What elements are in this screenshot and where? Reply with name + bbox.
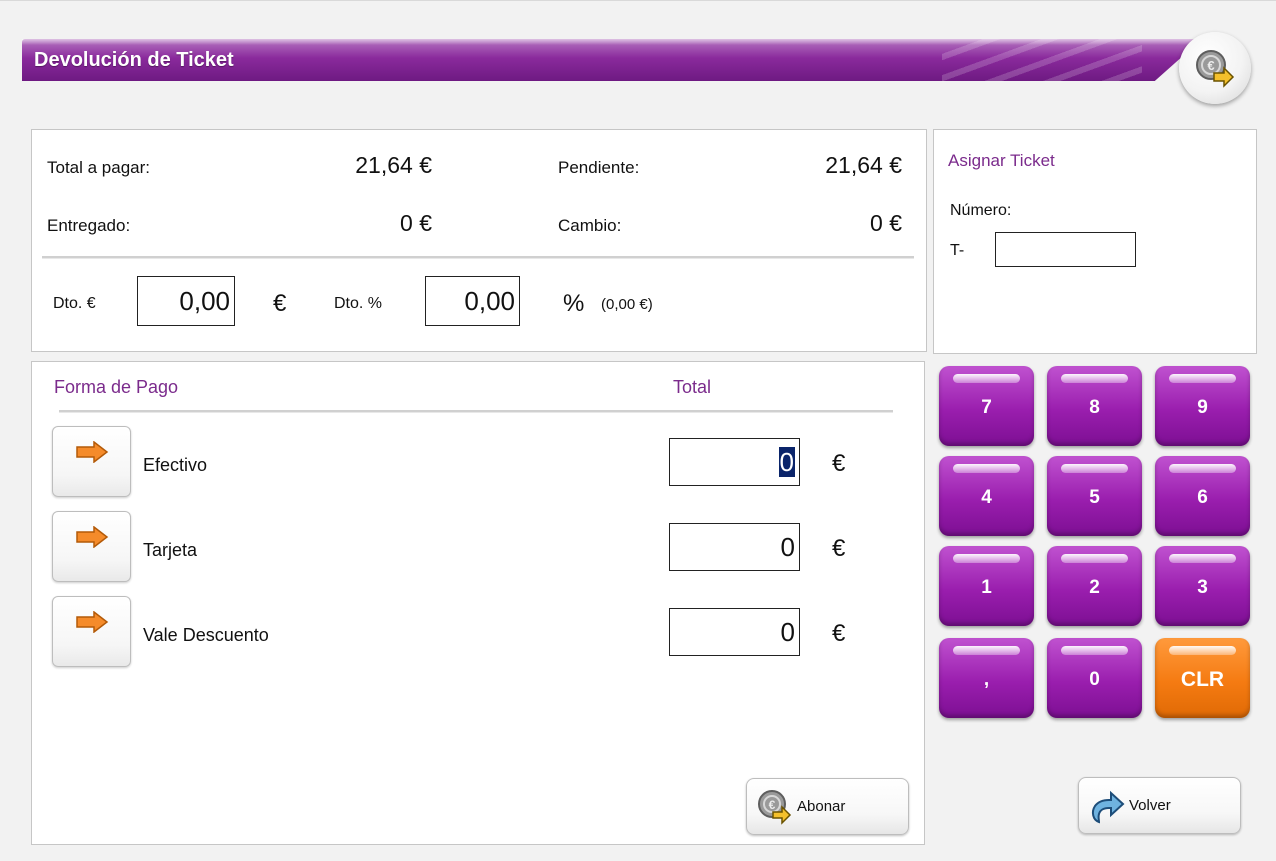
amount-input-efectivo[interactable]: 0 <box>669 438 800 486</box>
key-comma[interactable]: , <box>939 638 1034 718</box>
abonar-label: Abonar <box>797 798 846 815</box>
delivered-value: 0 € <box>400 210 432 236</box>
key-clear[interactable]: CLR <box>1155 638 1250 718</box>
coin-hand-icon: € <box>758 789 792 825</box>
key-0[interactable]: 0 <box>1047 638 1142 718</box>
currency-sign: € <box>832 535 846 562</box>
divider <box>42 256 914 259</box>
total-label: Total a pagar: <box>47 158 151 177</box>
currency-sign: € <box>832 450 846 477</box>
discount-pct-unit: % <box>563 290 585 317</box>
delivered-label: Entregado: <box>47 216 131 235</box>
svg-text:€: € <box>769 798 776 812</box>
payment-method-header: Forma de Pago <box>54 377 179 397</box>
key-7[interactable]: 7 <box>939 366 1034 446</box>
amount-input-tarjeta[interactable]: 0 <box>669 523 800 571</box>
payment-divider <box>59 410 893 413</box>
arrow-right-icon <box>75 526 108 548</box>
key-6[interactable]: 6 <box>1155 456 1250 536</box>
window-title: Devolución de Ticket <box>34 49 234 71</box>
ticket-prefix: T- <box>950 242 965 259</box>
coin-hand-icon[interactable]: € <box>1179 32 1251 104</box>
discount-pct-amount: (0,00 €) <box>601 296 653 313</box>
assign-ticket-title: Asignar Ticket <box>948 151 1055 170</box>
arrow-right-icon <box>75 611 108 633</box>
title-decoration <box>942 39 1142 81</box>
key-5[interactable]: 5 <box>1047 456 1142 536</box>
amount-input-vale-descuento[interactable]: 0 <box>669 608 800 656</box>
discount-pct-input[interactable] <box>425 276 520 326</box>
volver-button[interactable]: Volver <box>1078 777 1241 834</box>
select-tarjeta-button[interactable] <box>52 511 131 582</box>
discount-eur-label: Dto. € <box>53 295 96 312</box>
arrow-right-icon <box>75 441 108 463</box>
title-bar: Devolución de Ticket <box>22 39 1202 81</box>
abonar-button[interactable]: € Abonar <box>746 778 909 835</box>
total-value: 21,64 € <box>355 152 432 178</box>
payment-total-header: Total <box>673 377 712 397</box>
change-value: 0 € <box>870 210 902 236</box>
key-1[interactable]: 1 <box>939 546 1034 626</box>
ticket-number-input[interactable] <box>995 232 1136 267</box>
pending-label: Pendiente: <box>558 158 640 177</box>
totals-panel: Total a pagar: 21,64 € Pendiente: 21,64 … <box>31 129 927 352</box>
key-8[interactable]: 8 <box>1047 366 1142 446</box>
discount-eur-unit: € <box>273 290 287 317</box>
key-2[interactable]: 2 <box>1047 546 1142 626</box>
pending-value: 21,64 € <box>825 152 902 178</box>
amount-value-efectivo: 0 <box>778 447 795 477</box>
discount-pct-label: Dto. % <box>334 295 383 312</box>
method-label-tarjeta: Tarjeta <box>143 540 198 560</box>
svg-text:€: € <box>1207 58 1214 73</box>
method-label-efectivo: Efectivo <box>143 455 208 475</box>
amount-value-vale-descuento: 0 <box>780 617 795 647</box>
select-efectivo-button[interactable] <box>52 426 131 497</box>
amount-value-tarjeta: 0 <box>780 532 795 562</box>
return-arrow-icon <box>1091 790 1125 823</box>
volver-label: Volver <box>1129 797 1171 814</box>
discount-eur-input[interactable] <box>137 276 235 326</box>
currency-sign: € <box>832 620 846 647</box>
window: Devolución de Ticket € Total a pagar: 21… <box>0 0 1276 861</box>
payment-panel: Forma de Pago Total Efectivo 0 € Tarjeta… <box>31 361 925 845</box>
key-4[interactable]: 4 <box>939 456 1034 536</box>
select-vale-descuento-button[interactable] <box>52 596 131 667</box>
change-label: Cambio: <box>558 216 622 235</box>
key-3[interactable]: 3 <box>1155 546 1250 626</box>
key-9[interactable]: 9 <box>1155 366 1250 446</box>
method-label-vale-descuento: Vale Descuento <box>143 625 269 645</box>
assign-ticket-panel: Asignar Ticket Número: T- <box>933 129 1257 354</box>
number-label: Número: <box>950 202 1012 219</box>
